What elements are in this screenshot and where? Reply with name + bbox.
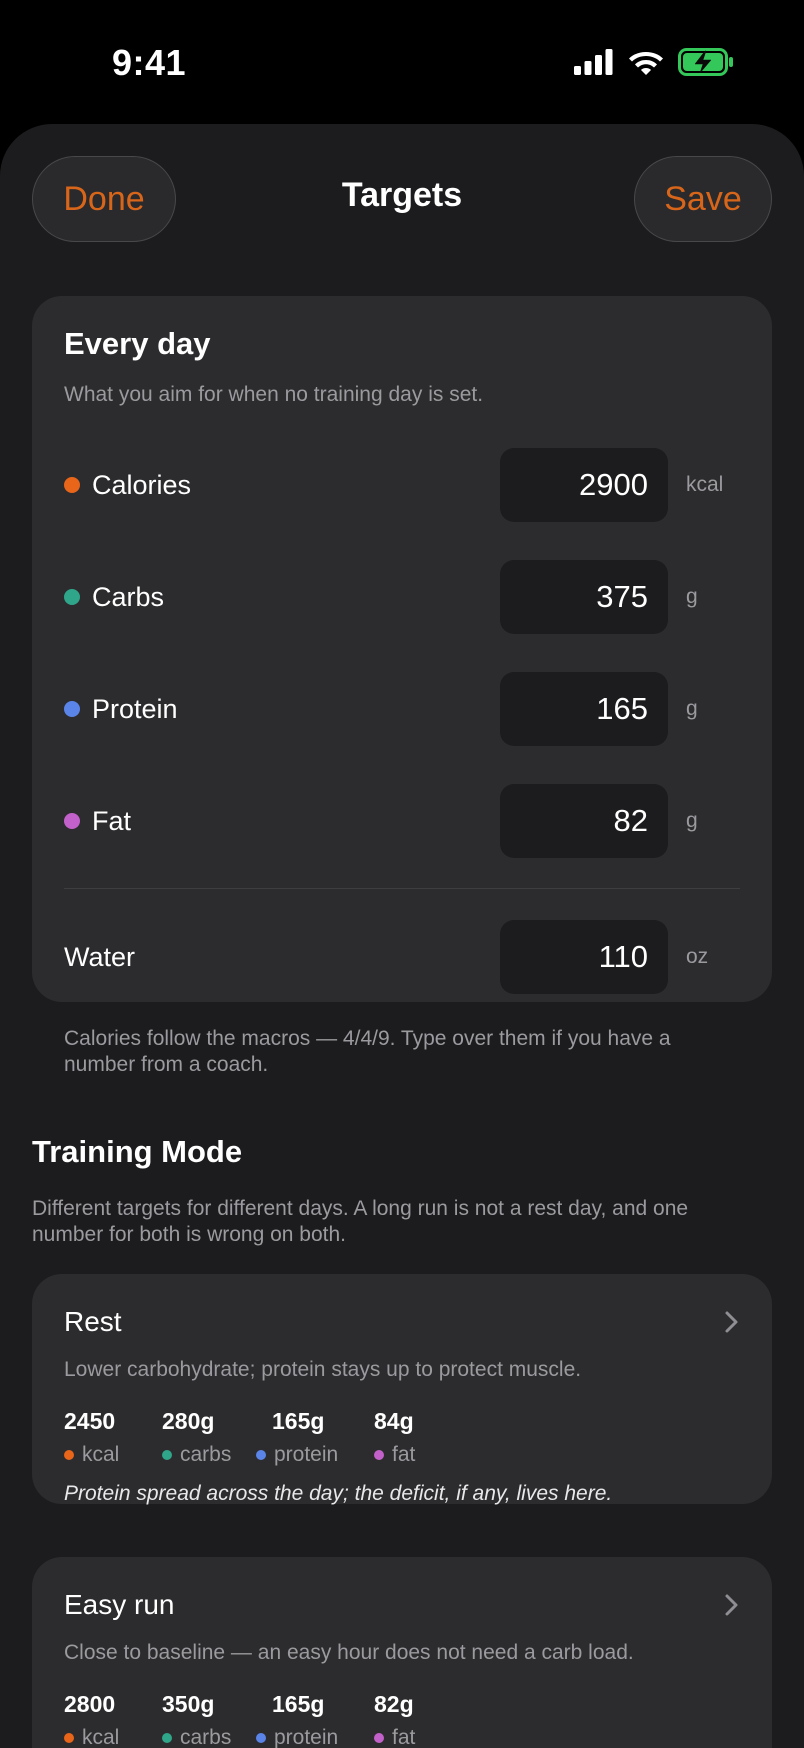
chevron-right-icon: [725, 1594, 738, 1616]
everyday-card: Every day What you aim for when no train…: [32, 296, 772, 1076]
mode-description: Lower carbohydrate; protein stays up to …: [64, 1358, 582, 1381]
macro-label: protein: [274, 1443, 339, 1466]
protein-dot-icon: [256, 1450, 266, 1460]
macro-value: 165g: [272, 1691, 325, 1717]
calories-unit: kcal: [686, 473, 724, 496]
mode-card-rest[interactable]: Rest Lower carbohydrate; protein stays u…: [32, 1274, 772, 1505]
carbs-dot-icon: [162, 1733, 172, 1743]
macro-fat: 82g fat: [374, 1691, 415, 1748]
macro-label: carbs: [180, 1443, 232, 1466]
carbs-row: Carbs 375 g: [64, 560, 740, 634]
everyday-subtitle: What you aim for when no training day is…: [64, 383, 484, 406]
macro-value: 280g: [162, 1408, 215, 1434]
macro-kcal: 2450 kcal: [64, 1408, 119, 1467]
macro-fat: 84g fat: [374, 1408, 415, 1467]
calories-row: Calories 2900 kcal: [64, 448, 740, 522]
macro-kcal: 2800 kcal: [64, 1691, 119, 1748]
training-mode-subtitle: Different targets for different days. A …: [32, 1197, 689, 1246]
carbs-dot-icon: [64, 589, 80, 605]
macro-protein: 165g protein: [256, 1408, 338, 1467]
mode-card-easy-run[interactable]: Easy run Close to baseline — an easy hou…: [32, 1557, 772, 1748]
battery-charging-icon: [678, 48, 733, 76]
macro-label: kcal: [82, 1443, 120, 1466]
wifi-icon: [629, 52, 663, 75]
macro-label: protein: [274, 1726, 339, 1748]
mode-note: Protein spread across the day; the defic…: [64, 1482, 613, 1505]
protein-unit: g: [686, 697, 698, 720]
macro-value: 84g: [374, 1408, 414, 1434]
divider: [64, 888, 740, 889]
protein-dot-icon: [256, 1733, 266, 1743]
macro-value: 350g: [162, 1691, 215, 1717]
fat-row: Fat 82 g: [64, 784, 740, 858]
macro-value: 2450: [64, 1408, 116, 1434]
targets-sheet: Done Targets Save Every day What you aim…: [0, 124, 804, 1748]
status-icons: [574, 48, 734, 76]
mode-description: Close to baseline — an easy hour does no…: [64, 1641, 634, 1664]
fat-dot-icon: [64, 813, 80, 829]
carbs-unit: g: [686, 585, 698, 608]
cellular-signal-icon: [574, 49, 613, 75]
fat-unit: g: [686, 809, 698, 832]
training-mode-title: Training Mode: [32, 1134, 243, 1169]
water-unit: oz: [686, 945, 709, 968]
protein-label: Protein: [92, 694, 178, 724]
calories-input[interactable]: 2900: [500, 448, 668, 522]
protein-dot-icon: [64, 701, 80, 717]
calories-dot-icon: [64, 477, 80, 493]
kcal-dot-icon: [64, 1450, 74, 1460]
carbs-label: Carbs: [92, 582, 165, 612]
macro-label: carbs: [180, 1726, 232, 1748]
fat-input[interactable]: 82: [500, 784, 668, 858]
macro-label: kcal: [82, 1726, 120, 1748]
water-row: Water 110 oz: [64, 920, 740, 994]
everyday-title: Every day: [64, 326, 211, 361]
macro-carbs: 280g carbs: [162, 1408, 231, 1467]
status-time: 9:41: [112, 42, 187, 83]
fat-label: Fat: [92, 806, 132, 836]
macro-value: 2800: [64, 1691, 116, 1717]
macro-carbs: 350g carbs: [162, 1691, 231, 1748]
save-button[interactable]: Save: [634, 156, 772, 242]
carbs-input[interactable]: 375: [500, 560, 668, 634]
macro-label: fat: [392, 1443, 416, 1466]
chevron-right-icon: [725, 1311, 738, 1333]
carbs-dot-icon: [162, 1450, 172, 1460]
mode-name: Easy run: [64, 1589, 175, 1620]
fat-dot-icon: [374, 1733, 384, 1743]
kcal-dot-icon: [64, 1733, 74, 1743]
macro-value: 82g: [374, 1691, 414, 1717]
macro-label: fat: [392, 1726, 416, 1748]
macro-value: 165g: [272, 1408, 325, 1434]
protein-input[interactable]: 165: [500, 672, 668, 746]
everyday-footnote: Calories follow the macros — 4/4/9. Type…: [64, 1027, 671, 1076]
status-bar: 9:41: [0, 0, 804, 124]
macro-protein: 165g protein: [256, 1691, 338, 1748]
water-input[interactable]: 110: [500, 920, 668, 994]
calories-label: Calories: [92, 470, 192, 500]
water-label: Water: [64, 942, 136, 972]
protein-row: Protein 165 g: [64, 672, 740, 746]
fat-dot-icon: [374, 1450, 384, 1460]
mode-name: Rest: [64, 1306, 122, 1337]
